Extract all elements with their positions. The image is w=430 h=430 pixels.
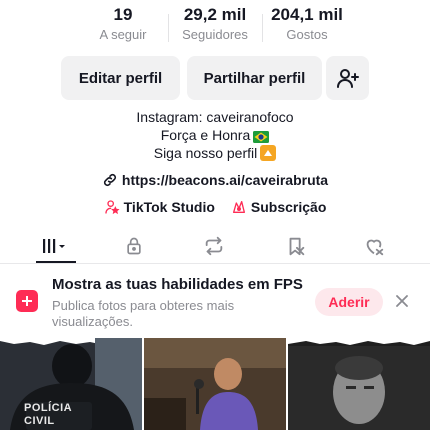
profile-actions: Editar perfil Partilhar perfil [0,56,430,100]
profile-stats: 19 A seguir 29,2 mil Seguidores 204,1 mi… [0,4,430,48]
banner-subtitle: Publica fotos para obteres mais visualiz… [52,298,235,329]
video-grid: POLÍCIA CIVIL [0,338,430,430]
add-user-button[interactable] [326,56,369,100]
repost-icon [205,236,223,256]
tab-reposts[interactable] [184,232,244,260]
bio-line: Siga nosso perfil [0,144,430,162]
banner-title: Mostra as tuas habilidades em FPS [52,276,303,293]
stats-divider [168,14,169,42]
join-button[interactable]: Aderir [315,288,383,316]
tiktok-studio-label: TikTok Studio [123,199,215,215]
share-profile-button[interactable]: Partilhar perfil [187,56,322,100]
tiktok-studio-link[interactable]: TikTok Studio [104,199,215,215]
tab-videos[interactable] [25,232,85,260]
thumbnail-label: POLÍCIA CIVIL [24,402,72,427]
following-label: A seguir [99,27,147,42]
upload-photo-icon [16,290,38,312]
man-at-microphone-image [144,338,286,430]
bio-instagram: Instagram: caveiranofoco [136,109,294,125]
followers-label: Seguidores [182,27,248,42]
likes-label: Gostos [286,27,328,42]
video-thumbnail[interactable]: POLÍCIA CIVIL [0,338,142,430]
stats-divider [262,14,263,42]
up-arrow-icon [260,145,277,165]
tab-saved[interactable] [266,232,326,260]
following-count: 19 [113,5,133,24]
following-stat[interactable]: 19 A seguir [84,4,162,44]
tiktok-studio-icon [104,200,120,215]
likes-count: 204,1 mil [271,5,343,24]
bio-follow: Siga nosso perfil [153,145,258,161]
subscription-icon [232,201,245,213]
subscription-link[interactable]: Subscrição [231,199,326,215]
profile-link[interactable]: https://beacons.ai/caveirabruta [0,170,430,190]
add-user-icon [336,69,359,88]
profile-tabs [0,228,430,264]
followers-count: 29,2 mil [183,5,247,24]
bio-line: Força e Honra [0,126,430,144]
close-icon [396,295,408,307]
subscription-label: Subscrição [250,199,327,215]
profile-bio: Instagram: caveiranofoco Força e Honra S… [0,108,430,162]
tab-liked[interactable] [344,232,404,260]
portrait-image [288,346,430,430]
profile-extras: TikTok Studio Subscrição [0,197,430,217]
close-banner-button[interactable] [392,291,412,311]
likes-stat[interactable]: 204,1 mil Gostos [264,4,350,44]
edit-profile-button[interactable]: Editar perfil [61,56,180,100]
link-text: https://beacons.ai/caveirabruta [121,172,329,188]
followers-stat[interactable]: 29,2 mil Seguidores [172,4,258,44]
liked-icon [366,239,384,256]
bio-motto: Força e Honra [160,127,251,143]
video-thumbnail[interactable] [144,338,286,430]
active-tab-indicator [36,261,76,263]
video-thumbnail[interactable] [288,338,430,430]
promo-banner: Mostra as tuas habilidades em FPS Public… [0,270,430,334]
videos-grid-icon [43,239,65,253]
tab-private[interactable] [104,232,164,260]
lock-icon [127,237,141,255]
saved-icon [289,237,305,256]
bio-line: Instagram: caveiranofoco [0,108,430,126]
link-icon [103,173,116,187]
